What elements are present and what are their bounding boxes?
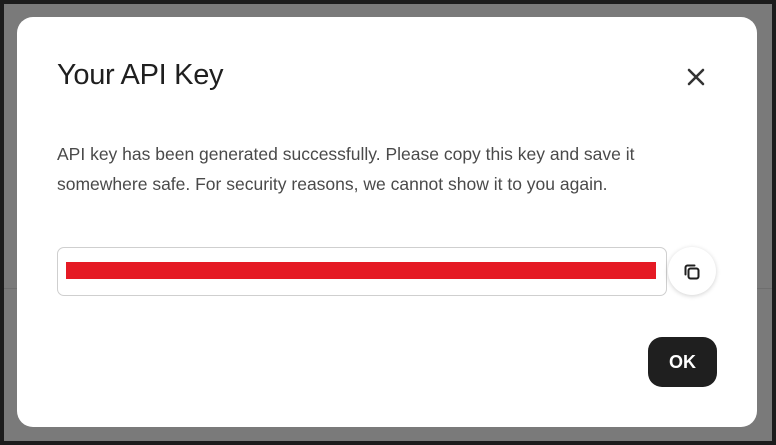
ok-button[interactable]: OK bbox=[648, 337, 717, 387]
close-button[interactable] bbox=[680, 61, 712, 93]
copy-icon bbox=[684, 264, 700, 280]
dialog-description: API key has been generated successfully.… bbox=[57, 144, 635, 194]
api-key-dialog: Your API Key API key has been generated … bbox=[17, 17, 757, 427]
redaction-overlay bbox=[66, 262, 656, 279]
copy-button[interactable] bbox=[668, 247, 716, 295]
close-icon bbox=[687, 68, 705, 86]
dialog-title: Your API Key bbox=[57, 59, 224, 91]
api-key-field[interactable] bbox=[57, 247, 667, 296]
